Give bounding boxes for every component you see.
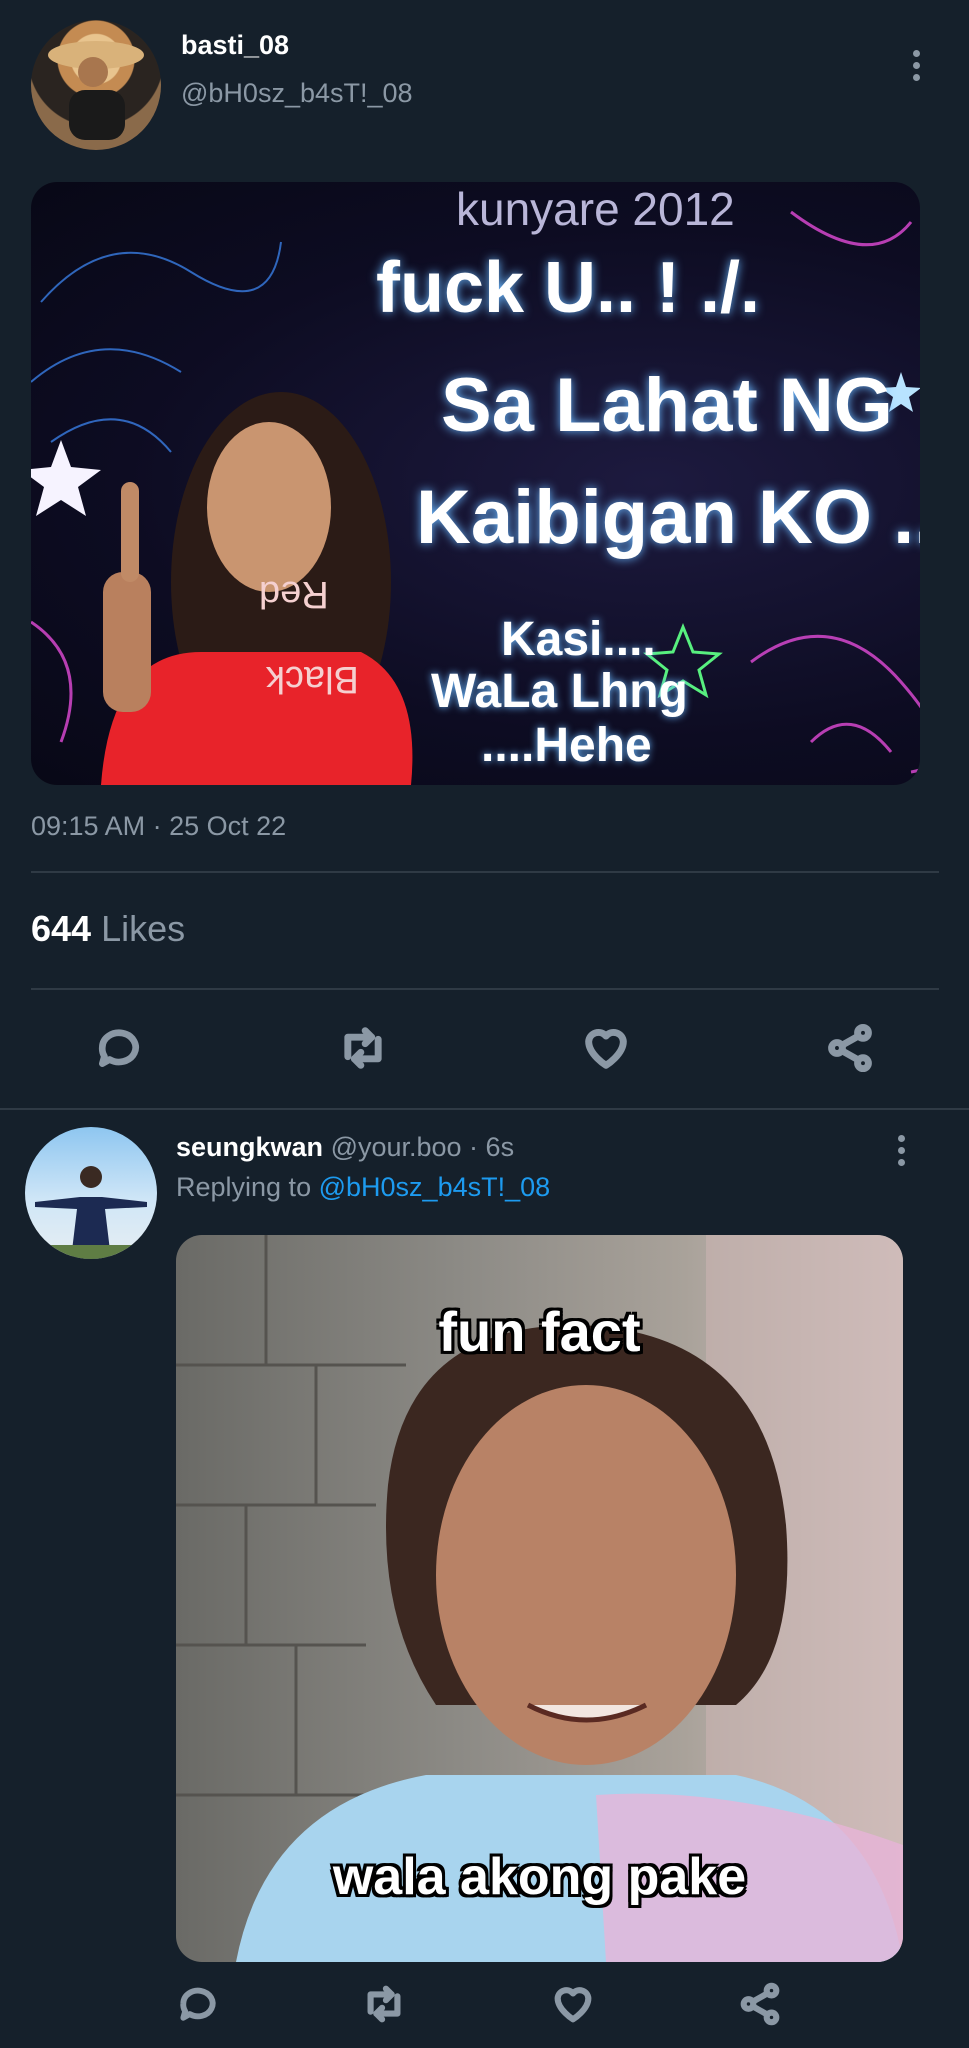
divider (31, 871, 939, 873)
image-caption-line3: Sa Lahat NG (441, 363, 893, 448)
tweet-image[interactable]: kunyare 2012 fuck U.. ! ./. Sa Lahat NG … (31, 182, 920, 785)
image-caption-line2: fuck U.. ! ./. (376, 248, 761, 328)
author-handle[interactable]: @bH0sz_b4sT!_08 (181, 78, 413, 109)
replying-to-handle-link[interactable]: @bH0sz_b4sT!_08 (319, 1172, 551, 1202)
reply-image-bottom-caption: wala akong pake (332, 1848, 747, 1906)
reply-reply-button[interactable] (168, 1974, 228, 2034)
share-button[interactable] (820, 1018, 880, 1078)
more-options-icon[interactable] (911, 50, 921, 81)
image-caption-line7: ....Hehe (481, 719, 652, 772)
replying-to-prefix: Replying to (176, 1172, 312, 1202)
author-display-name[interactable]: basti_08 (181, 30, 289, 61)
like-button[interactable] (576, 1018, 636, 1078)
reply-retweet-button[interactable] (354, 1974, 414, 2034)
retweet-icon (344, 1027, 382, 1069)
likes-count: 644 (31, 908, 92, 949)
reply-author-handle-time[interactable]: @your.boo · 6s (331, 1132, 515, 1162)
reply-icon (98, 1029, 139, 1067)
reply-button[interactable] (89, 1018, 149, 1078)
share-icon (828, 1023, 872, 1073)
retweet-icon (367, 1985, 401, 2023)
likes-summary[interactable]: 644 Likes (31, 908, 185, 950)
reply-icon (180, 1987, 216, 2021)
reply-author-avatar[interactable] (25, 1127, 157, 1259)
reply-header: seungkwan @your.boo · 6s (176, 1132, 514, 1163)
image-caption-line4: Kaibigan KO .. (416, 475, 920, 560)
divider (31, 988, 939, 990)
reply-image[interactable]: fun fact wala akong pake (176, 1235, 903, 1962)
reply-author-display-name[interactable]: seungkwan (176, 1132, 323, 1162)
image-caption-line1: kunyare 2012 (456, 183, 735, 235)
image-caption-line6: WaLa Lhng (431, 665, 688, 718)
reply-image-top-caption: fun fact (438, 1300, 641, 1363)
like-icon (554, 1987, 592, 2023)
retweet-button[interactable] (333, 1018, 393, 1078)
author-avatar[interactable] (31, 20, 161, 150)
shirt-text-red: Red (259, 573, 329, 615)
reply-more-options-icon[interactable] (896, 1135, 906, 1166)
reply-share-button[interactable] (730, 1974, 790, 2034)
thread-divider (0, 1108, 969, 1110)
shirt-text-black: Black (266, 658, 359, 700)
replying-to: Replying to @bH0sz_b4sT!_08 (176, 1172, 550, 1203)
tweet-timestamp[interactable]: 09:15 AM · 25 Oct 22 (31, 811, 286, 842)
image-caption-line5: Kasi.... (501, 613, 656, 666)
like-icon (585, 1029, 627, 1069)
reply-like-button[interactable] (543, 1974, 603, 2034)
share-icon (740, 1982, 780, 2026)
likes-label: Likes (101, 908, 186, 949)
